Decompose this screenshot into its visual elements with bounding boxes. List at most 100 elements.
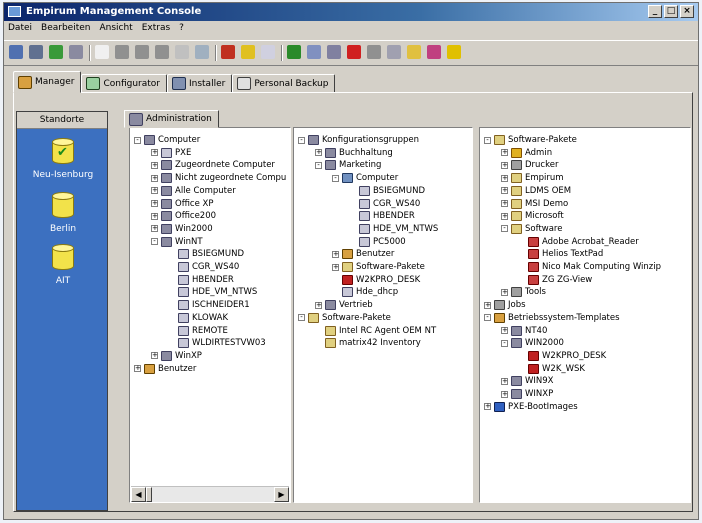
tree-node[interactable]: + WINXP <box>501 388 553 400</box>
tree-node[interactable]: BSIEGMUND <box>349 185 425 197</box>
connect-icon[interactable] <box>29 45 43 59</box>
expand-icon[interactable]: + <box>501 212 508 220</box>
site-berlin[interactable]: Berlin <box>17 192 109 234</box>
tree-node[interactable]: + Tools <box>501 286 546 298</box>
tree-node[interactable]: + Software-Pakete <box>332 261 425 273</box>
tab-configurator[interactable]: Configurator <box>81 74 167 93</box>
tree-node[interactable]: HDE_VM_NTWS <box>168 286 257 298</box>
image-icon[interactable] <box>327 45 341 59</box>
scroll-right-button[interactable]: ▶ <box>274 487 289 502</box>
collapse-icon[interactable]: - <box>298 136 305 144</box>
collapse-icon[interactable]: - <box>484 314 491 322</box>
expand-icon[interactable]: + <box>151 352 158 360</box>
properties-icon[interactable] <box>195 45 209 59</box>
collapse-icon[interactable]: - <box>134 136 141 144</box>
tree-node[interactable]: Nico Mak Computing Winzip <box>518 261 661 273</box>
collapse-icon[interactable]: - <box>332 174 339 182</box>
new-icon[interactable] <box>95 45 109 59</box>
expand-icon[interactable]: + <box>151 174 158 182</box>
tree-node[interactable]: + Benutzer <box>134 363 196 375</box>
tree-node[interactable]: - Computer <box>134 134 200 146</box>
expand-icon[interactable]: + <box>501 200 508 207</box>
tree-node[interactable]: ISCHNEIDER1 <box>168 299 250 311</box>
star-icon[interactable] <box>241 45 255 59</box>
scroll-thumb[interactable] <box>146 487 152 502</box>
network-alt-icon[interactable] <box>69 45 83 59</box>
tree-node[interactable]: Intel RC Agent OEM NT <box>315 325 436 337</box>
scroll-left-button[interactable]: ◀ <box>131 487 146 502</box>
paste-icon[interactable] <box>155 45 169 59</box>
jobs-icon[interactable] <box>407 45 421 59</box>
tree-node[interactable]: BSIEGMUND <box>168 248 244 260</box>
site-neu-isenburg[interactable]: ✔ Neu-Isenburg <box>17 138 109 180</box>
tree-node[interactable]: + NT40 <box>501 325 547 337</box>
delete-icon[interactable] <box>175 45 189 59</box>
tree-node[interactable]: - Marketing <box>315 159 381 171</box>
tree-node[interactable]: + WinXP <box>151 350 202 362</box>
network-icon[interactable] <box>49 45 63 59</box>
tree-node[interactable]: + Alle Computer <box>151 185 236 197</box>
help-icon[interactable] <box>447 45 461 59</box>
collapse-icon[interactable]: - <box>315 161 322 169</box>
tree-node[interactable]: + PXE-BootImages <box>484 401 578 413</box>
collapse-icon[interactable]: - <box>151 238 158 246</box>
tree-node[interactable]: W2KPRO_DESK <box>518 350 606 362</box>
tree-node[interactable]: PC5000 <box>349 236 406 248</box>
tab-personal-backup[interactable]: Personal Backup <box>232 74 336 93</box>
tree-node[interactable]: - Software-Pakete <box>298 312 391 324</box>
expand-icon[interactable]: + <box>501 390 508 398</box>
expand-icon[interactable]: + <box>315 301 322 309</box>
minimize-button[interactable]: _ <box>648 5 662 18</box>
tab-manager[interactable]: Manager <box>13 71 82 93</box>
tree-node[interactable]: - Software-Pakete <box>484 134 577 146</box>
tree-node[interactable]: HBENDER <box>168 274 234 286</box>
expand-icon[interactable]: + <box>151 212 158 220</box>
expand-icon[interactable]: + <box>134 365 141 373</box>
expand-icon[interactable]: + <box>501 161 508 169</box>
maximize-button[interactable]: □ <box>664 5 678 18</box>
tree-node[interactable]: W2KPRO_DESK <box>332 274 420 286</box>
expand-icon[interactable]: + <box>151 187 158 195</box>
tree-node[interactable]: + Nicht zugeordnete Compu <box>151 172 286 184</box>
printer-icon[interactable] <box>367 45 381 59</box>
tree-node[interactable]: - Konfigurationsgruppen <box>298 134 419 146</box>
tree-node[interactable]: + MSI Demo <box>501 198 568 210</box>
tree-node[interactable]: + Empirum <box>501 172 564 184</box>
collapse-icon[interactable]: - <box>484 136 491 144</box>
copy-icon[interactable] <box>135 45 149 59</box>
tree-node[interactable]: + LDMS OEM <box>501 185 571 197</box>
expand-icon[interactable]: + <box>484 403 491 411</box>
tree-node[interactable]: + Win2000 <box>151 223 213 235</box>
tree-node[interactable]: + Office200 <box>151 210 216 222</box>
expand-icon[interactable]: + <box>501 288 508 296</box>
tree-node[interactable]: Helios TextPad <box>518 248 603 260</box>
cut-icon[interactable] <box>115 45 129 59</box>
menu-help[interactable]: ? <box>178 23 185 37</box>
collapse-icon[interactable]: - <box>501 225 508 233</box>
tree-node[interactable]: Hde_dhcp <box>332 286 398 298</box>
expand-icon[interactable]: + <box>315 149 322 157</box>
title-bar[interactable]: Empirum Management Console _ □ × <box>4 3 698 21</box>
tree-node[interactable]: - WinNT <box>151 236 203 248</box>
expand-icon[interactable]: + <box>501 149 508 157</box>
favorite-icon[interactable] <box>427 45 441 59</box>
tab-administration[interactable]: Administration <box>124 110 219 128</box>
horizontal-scrollbar[interactable]: ◀ ▶ <box>131 486 289 502</box>
tree-node[interactable]: HBENDER <box>349 210 415 222</box>
tree-node[interactable]: + Microsoft <box>501 210 564 222</box>
tree-node[interactable]: - Software <box>501 223 562 235</box>
tree-node[interactable]: + Benutzer <box>332 248 394 260</box>
alert-icon[interactable] <box>221 45 235 59</box>
report-icon[interactable] <box>387 45 401 59</box>
tree-node[interactable]: W2K_WSK <box>518 363 585 375</box>
expand-icon[interactable]: + <box>484 301 491 309</box>
tree-node[interactable]: KLOWAK <box>168 312 228 324</box>
stop-icon[interactable] <box>347 45 361 59</box>
tree-icon[interactable] <box>287 45 301 59</box>
tree-node[interactable]: matrix42 Inventory <box>315 337 421 349</box>
collapse-icon[interactable]: - <box>501 339 508 347</box>
tree-node[interactable]: + WIN9X <box>501 375 554 387</box>
tree-node[interactable]: + Vertrieb <box>315 299 373 311</box>
tab-installer[interactable]: Installer <box>166 74 233 93</box>
expand-icon[interactable]: + <box>332 250 339 258</box>
